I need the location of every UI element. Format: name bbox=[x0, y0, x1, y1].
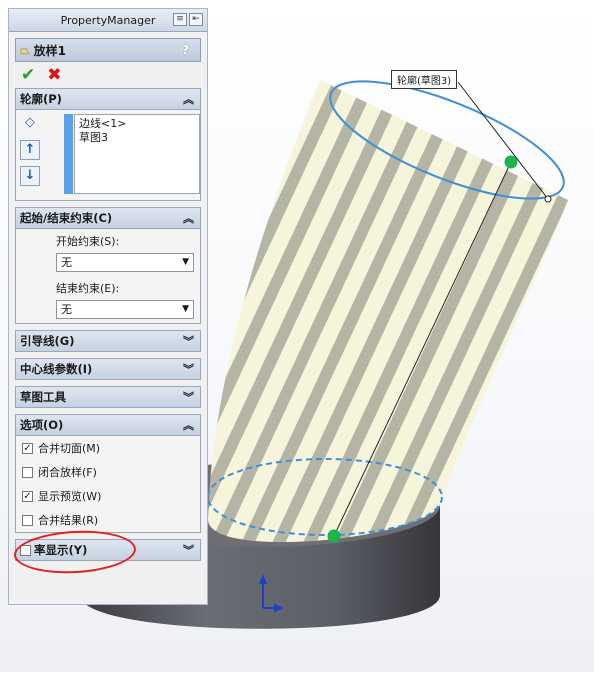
connector-handle-top[interactable] bbox=[504, 155, 518, 169]
dropdown-arrow-icon[interactable]: ▼ bbox=[182, 301, 189, 318]
loft-icon: ⏢ bbox=[20, 42, 30, 57]
chevron-down-icon[interactable]: ︾ bbox=[183, 361, 194, 377]
loft-surface bbox=[208, 80, 568, 543]
ok-cancel-row: ✔ ✖ bbox=[9, 62, 207, 88]
chevron-up-icon[interactable]: ︽ bbox=[183, 91, 194, 107]
chevron-down-icon[interactable]: ︾ bbox=[183, 333, 194, 349]
property-manager: PropertyManager ≡ ⇤ ⏢ 放样1 ? ✔ ✖ 轮廓(P) ︽ … bbox=[8, 8, 208, 605]
end-constraint-value: 无 bbox=[61, 303, 72, 316]
end-constraint-select[interactable]: 无 ▼ bbox=[56, 300, 194, 319]
constraints-header-label: 起始/结束约束(C) bbox=[20, 211, 113, 225]
merge-tangent-option[interactable]: ✓ 合并切面(M) bbox=[16, 436, 200, 460]
merge-result-label: 合并结果(R) bbox=[38, 514, 99, 527]
property-manager-tab[interactable]: PropertyManager ≡ ⇤ bbox=[9, 9, 207, 32]
connector-handle-bottom[interactable] bbox=[327, 529, 341, 543]
list-item[interactable]: 草图3 bbox=[79, 131, 195, 145]
sketch-tools-group: 草图工具 ︾ bbox=[15, 386, 201, 408]
dropdown-arrow-icon[interactable]: ▼ bbox=[182, 254, 189, 271]
close-loft-option[interactable]: 闭合放样(F) bbox=[16, 460, 200, 484]
profile-side-icons: ◇ ↑ ↓ bbox=[20, 114, 42, 192]
constraints-group-header[interactable]: 起始/结束约束(C) ︽ bbox=[16, 208, 200, 229]
callout-anchor bbox=[544, 195, 552, 203]
options-group-header[interactable]: 选项(O) ︽ bbox=[16, 415, 200, 436]
profile-group-header[interactable]: 轮廓(P) ︽ bbox=[16, 89, 200, 110]
chevron-down-icon[interactable]: ︾ bbox=[183, 389, 194, 405]
collapse-icon[interactable]: ⇤ bbox=[189, 13, 203, 26]
profile-sketch-icon[interactable]: ◇ bbox=[20, 114, 40, 134]
guides-header-label: 引导线(G) bbox=[20, 334, 75, 348]
chevron-up-icon[interactable]: ︽ bbox=[183, 210, 194, 226]
options-header-label: 选项(O) bbox=[20, 418, 64, 432]
checkbox-checked[interactable]: ✓ bbox=[22, 490, 33, 502]
options-group: 选项(O) ︽ ✓ 合并切面(M) 闭合放样(F) ✓ 显示预览(W) 合并结果… bbox=[15, 414, 201, 533]
tab-icons: ≡ ⇤ bbox=[173, 13, 203, 26]
constraints-group: 起始/结束约束(C) ︽ 开始约束(S): 无 ▼ 结束约束(E): 无 ▼ bbox=[15, 207, 201, 324]
pin-icon[interactable]: ≡ bbox=[173, 13, 187, 26]
move-up-icon[interactable]: ↑ bbox=[20, 140, 40, 160]
centerline-group: 中心线参数(I) ︾ bbox=[15, 358, 201, 380]
list-item[interactable]: 边线<1> bbox=[79, 117, 195, 131]
chevron-up-icon[interactable]: ︽ bbox=[183, 417, 194, 433]
sketch-tools-group-header[interactable]: 草图工具 ︾ bbox=[16, 387, 200, 407]
checkbox-unchecked[interactable] bbox=[22, 466, 33, 478]
help-icon[interactable]: ? bbox=[182, 43, 194, 57]
start-constraint-label: 开始约束(S): bbox=[56, 235, 120, 248]
feature-title-bar: ⏢ 放样1 ? bbox=[15, 38, 201, 62]
show-preview-option[interactable]: ✓ 显示预览(W) bbox=[16, 484, 200, 508]
close-loft-label: 闭合放样(F) bbox=[38, 466, 97, 479]
ok-check-icon[interactable]: ✔ bbox=[21, 65, 35, 85]
profile-body: ◇ ↑ ↓ 边线<1> 草图3 bbox=[16, 110, 200, 200]
merge-tangent-label: 合并切面(M) bbox=[38, 442, 101, 455]
profile-callout[interactable]: 轮廓(草图3) bbox=[391, 70, 458, 89]
merge-result-option[interactable]: 合并结果(R) bbox=[16, 508, 200, 532]
checkbox-checked[interactable]: ✓ bbox=[22, 442, 33, 454]
guides-group-header[interactable]: 引导线(G) ︾ bbox=[16, 331, 200, 351]
profile-header-label: 轮廓(P) bbox=[20, 92, 62, 106]
centerline-header-label: 中心线参数(I) bbox=[20, 362, 93, 376]
checkbox-unchecked[interactable] bbox=[22, 514, 33, 526]
move-down-icon[interactable]: ↓ bbox=[20, 166, 40, 186]
guides-group: 引导线(G) ︾ bbox=[15, 330, 201, 352]
start-constraint-value: 无 bbox=[61, 256, 72, 269]
selection-color-bar bbox=[64, 114, 73, 194]
profile-listbox[interactable]: 边线<1> 草图3 bbox=[74, 114, 200, 194]
chevron-down-icon[interactable]: ︾ bbox=[183, 542, 194, 558]
start-constraint-select[interactable]: 无 ▼ bbox=[56, 253, 194, 272]
profile-group: 轮廓(P) ︽ ◇ ↑ ↓ 边线<1> 草图3 bbox=[15, 88, 201, 201]
application-window: 轮廓(草图3) PropertyManager ≡ ⇤ ⏢ 放样1 ? ✔ ✖ … bbox=[0, 0, 594, 672]
cancel-x-icon[interactable]: ✖ bbox=[47, 65, 61, 85]
show-preview-label: 显示预览(W) bbox=[38, 490, 102, 503]
end-constraint-label: 结束约束(E): bbox=[56, 282, 120, 295]
sketch-tools-header-label: 草图工具 bbox=[20, 390, 66, 404]
centerline-group-header[interactable]: 中心线参数(I) ︾ bbox=[16, 359, 200, 379]
feature-title: 放样1 bbox=[33, 43, 66, 58]
tab-title: PropertyManager bbox=[60, 13, 156, 27]
